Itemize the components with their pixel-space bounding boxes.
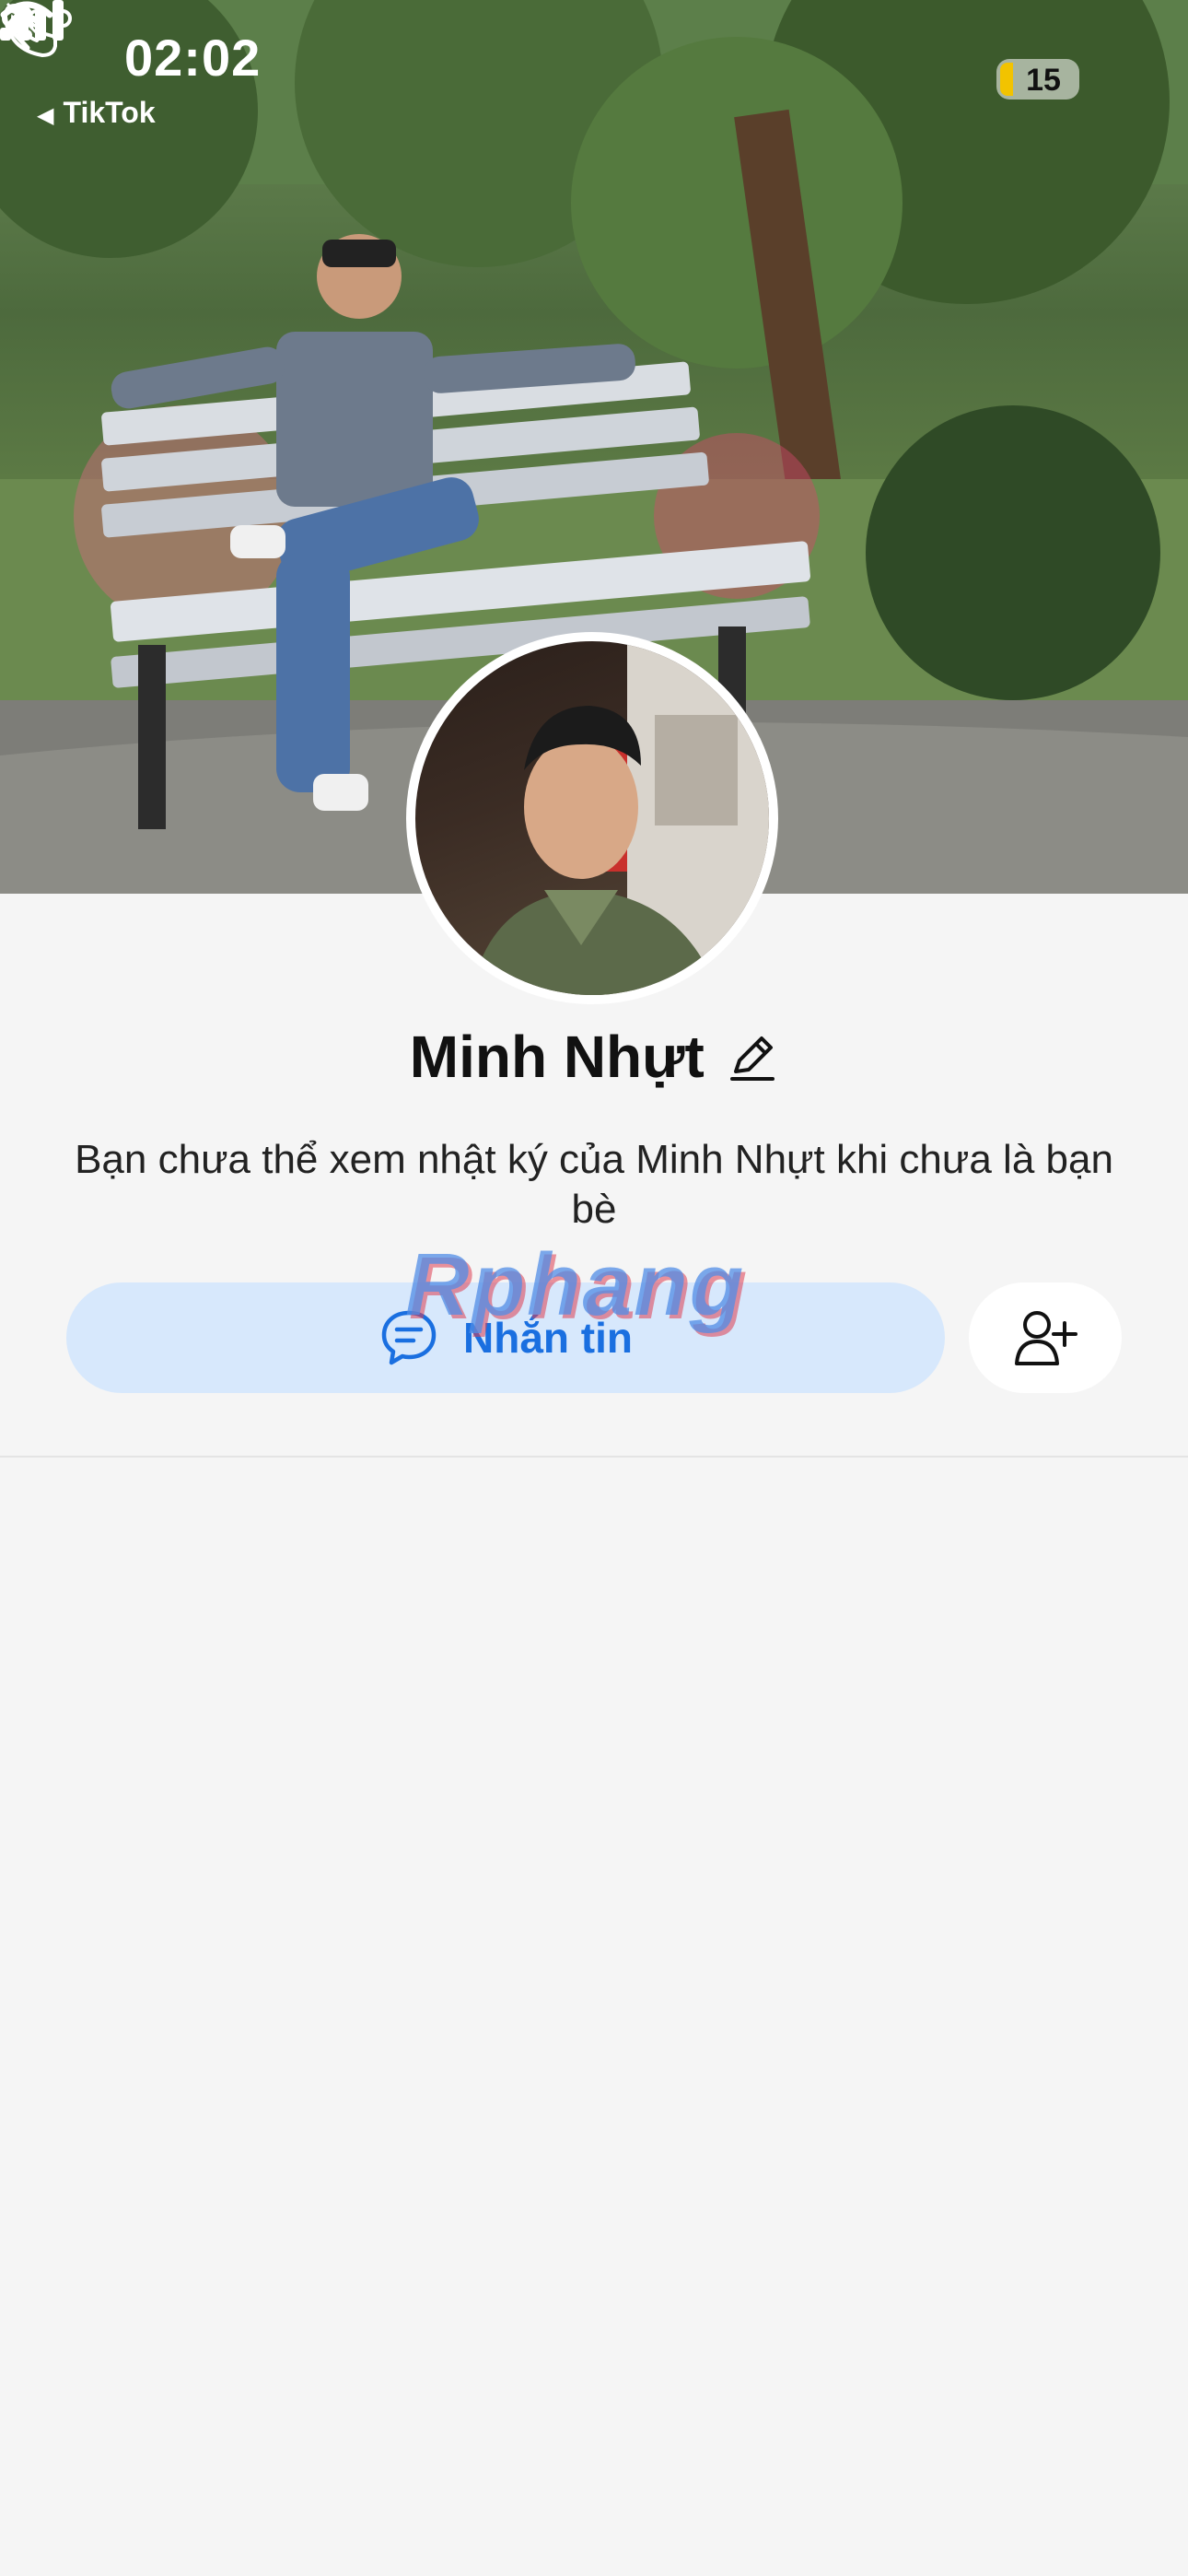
message-button[interactable]: Nhắn tin xyxy=(66,1282,945,1393)
profile-name-row: Minh Nhựt xyxy=(0,1023,1188,1106)
avatar[interactable] xyxy=(406,632,778,1004)
battery-icon: 15 xyxy=(996,59,1079,100)
add-friend-icon xyxy=(1015,1311,1077,1365)
back-to-app-link[interactable]: ◀ TikTok xyxy=(37,96,156,130)
battery-level: 15 xyxy=(1026,63,1061,98)
more-icon[interactable] xyxy=(0,0,74,37)
section-divider xyxy=(0,1456,1188,1458)
privacy-notice: Bạn chưa thể xem nhật ký của Minh Nhựt k… xyxy=(75,1137,1113,1232)
avatar-photo xyxy=(415,641,769,995)
chat-bubble-icon xyxy=(381,1310,437,1365)
profile-name: Minh Nhựt xyxy=(409,1024,705,1090)
back-triangle-icon: ◀ xyxy=(37,103,54,128)
edit-pencil-icon[interactable] xyxy=(727,1031,778,1083)
back-app-label: TikTok xyxy=(63,96,156,129)
status-time: 02:02 xyxy=(124,29,262,87)
add-friend-button[interactable] xyxy=(969,1282,1122,1393)
message-button-label: Nhắn tin xyxy=(463,1314,633,1362)
status-bar: 02:02 ◀ TikTok 15 xyxy=(0,0,1188,129)
